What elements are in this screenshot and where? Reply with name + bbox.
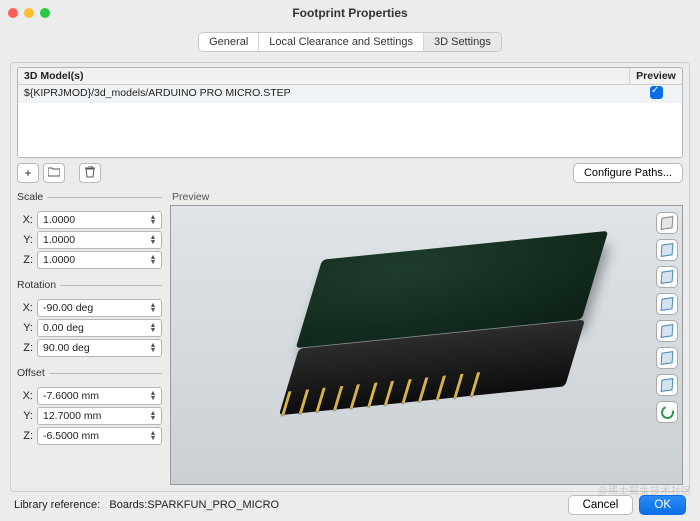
stepper-icon[interactable]: ▲▼ — [148, 215, 158, 225]
plus-icon: + — [24, 166, 31, 180]
cube-icon — [661, 270, 674, 284]
dialog-footer: Library reference: Boards:SPARKFUN_PRO_M… — [0, 495, 700, 515]
col-header-preview[interactable]: Preview — [630, 68, 682, 84]
table-header: 3D Model(s) Preview — [18, 68, 682, 85]
rotation-z-input[interactable]: 90.00 deg ▲▼ — [37, 339, 162, 357]
trash-icon — [85, 166, 95, 181]
rotation-y-input[interactable]: 0.00 deg ▲▼ — [37, 319, 162, 337]
preview-viewport[interactable] — [170, 205, 683, 485]
tab-general[interactable]: General — [199, 33, 259, 51]
offset-y-label: Y: — [17, 410, 37, 422]
scale-y-input[interactable]: 1.0000 ▲▼ — [37, 231, 162, 249]
stepper-icon[interactable]: ▲▼ — [148, 235, 158, 245]
browse-folder-button[interactable] — [43, 163, 65, 183]
cube-icon — [661, 378, 674, 392]
configure-paths-button[interactable]: Configure Paths... — [573, 163, 683, 183]
stepper-icon[interactable]: ▲▼ — [148, 303, 158, 313]
stepper-icon[interactable]: ▲▼ — [148, 431, 158, 441]
cube-icon — [661, 351, 674, 365]
model-path-cell[interactable]: ${KIPRJMOD}/3d_models/ARDUINO PRO MICRO.… — [18, 85, 630, 103]
offset-z-label: Z: — [17, 430, 37, 442]
stepper-icon[interactable]: ▲▼ — [148, 323, 158, 333]
rotation-group: Rotation X: -90.00 deg ▲▼ Y: 0.00 deg ▲▼ — [17, 279, 162, 361]
preview-column: Preview — [170, 191, 683, 485]
view-reload-button[interactable] — [656, 401, 678, 423]
cube-icon — [661, 324, 674, 338]
model-toolbar: + Configure Paths... — [17, 163, 683, 183]
scale-y-label: Y: — [17, 234, 37, 246]
tab-3d-settings[interactable]: 3D Settings — [424, 33, 501, 51]
offset-x-input[interactable]: -7.6000 mm ▲▼ — [37, 387, 162, 405]
stepper-icon[interactable]: ▲▼ — [148, 343, 158, 353]
model-preview-cell[interactable] — [630, 85, 682, 103]
window-title: Footprint Properties — [0, 6, 700, 20]
tab-group: General Local Clearance and Settings 3D … — [198, 32, 502, 52]
delete-model-button[interactable] — [79, 163, 101, 183]
cube-icon — [661, 216, 674, 230]
tab-local-clearance[interactable]: Local Clearance and Settings — [259, 33, 424, 51]
offset-group: Offset X: -7.6000 mm ▲▼ Y: 12.7000 mm ▲▼ — [17, 367, 162, 449]
scale-x-label: X: — [17, 214, 37, 226]
view-right-button[interactable] — [656, 320, 678, 342]
view-top-button[interactable] — [656, 347, 678, 369]
window-titlebar: Footprint Properties — [0, 0, 700, 26]
scale-x-input[interactable]: 1.0000 ▲▼ — [37, 211, 162, 229]
stepper-icon[interactable]: ▲▼ — [148, 255, 158, 265]
view-left-button[interactable] — [656, 293, 678, 315]
view-buttons — [656, 212, 678, 423]
rotation-legend: Rotation — [17, 279, 60, 291]
scale-z-label: Z: — [17, 254, 37, 266]
offset-x-label: X: — [17, 390, 37, 402]
model-table: 3D Model(s) Preview ${KIPRJMOD}/3d_model… — [17, 67, 683, 158]
content-frame: 3D Model(s) Preview ${KIPRJMOD}/3d_model… — [10, 62, 690, 492]
rotation-y-label: Y: — [17, 322, 37, 334]
view-front-button[interactable] — [656, 239, 678, 261]
lower-area: Scale X: 1.0000 ▲▼ Y: 1.0000 ▲▼ Z — [17, 191, 683, 485]
view-bottom-button[interactable] — [656, 374, 678, 396]
preview-label: Preview — [172, 191, 683, 203]
view-iso-button[interactable] — [656, 212, 678, 234]
stepper-icon[interactable]: ▲▼ — [148, 391, 158, 401]
parameters-column: Scale X: 1.0000 ▲▼ Y: 1.0000 ▲▼ Z — [17, 191, 162, 485]
offset-z-input[interactable]: -6.5000 mm ▲▼ — [37, 427, 162, 445]
offset-y-input[interactable]: 12.7000 mm ▲▼ — [37, 407, 162, 425]
offset-legend: Offset — [17, 367, 49, 379]
reload-icon — [658, 403, 675, 420]
rotation-x-input[interactable]: -90.00 deg ▲▼ — [37, 299, 162, 317]
add-model-button[interactable]: + — [17, 163, 39, 183]
watermark: @稀土掘金技术社区 — [597, 482, 692, 497]
scale-z-input[interactable]: 1.0000 ▲▼ — [37, 251, 162, 269]
view-back-button[interactable] — [656, 266, 678, 288]
rotation-z-label: Z: — [17, 342, 37, 354]
ok-button[interactable]: OK — [639, 495, 686, 515]
cube-icon — [661, 297, 674, 311]
table-row[interactable]: ${KIPRJMOD}/3d_models/ARDUINO PRO MICRO.… — [18, 85, 682, 103]
folder-icon — [48, 166, 60, 180]
cube-icon — [661, 243, 674, 257]
checkbox-checked-icon[interactable] — [650, 86, 663, 99]
library-reference: Library reference: Boards:SPARKFUN_PRO_M… — [14, 499, 562, 511]
tabs-row: General Local Clearance and Settings 3D … — [0, 26, 700, 62]
scale-legend: Scale — [17, 191, 47, 203]
col-header-models[interactable]: 3D Model(s) — [18, 68, 630, 84]
cancel-button[interactable]: Cancel — [568, 495, 634, 515]
table-empty-area — [18, 103, 682, 157]
library-reference-label: Library reference: — [14, 499, 100, 511]
scale-group: Scale X: 1.0000 ▲▼ Y: 1.0000 ▲▼ Z — [17, 191, 162, 273]
rotation-x-label: X: — [17, 302, 37, 314]
library-reference-value: Boards:SPARKFUN_PRO_MICRO — [109, 499, 279, 511]
stepper-icon[interactable]: ▲▼ — [148, 411, 158, 421]
